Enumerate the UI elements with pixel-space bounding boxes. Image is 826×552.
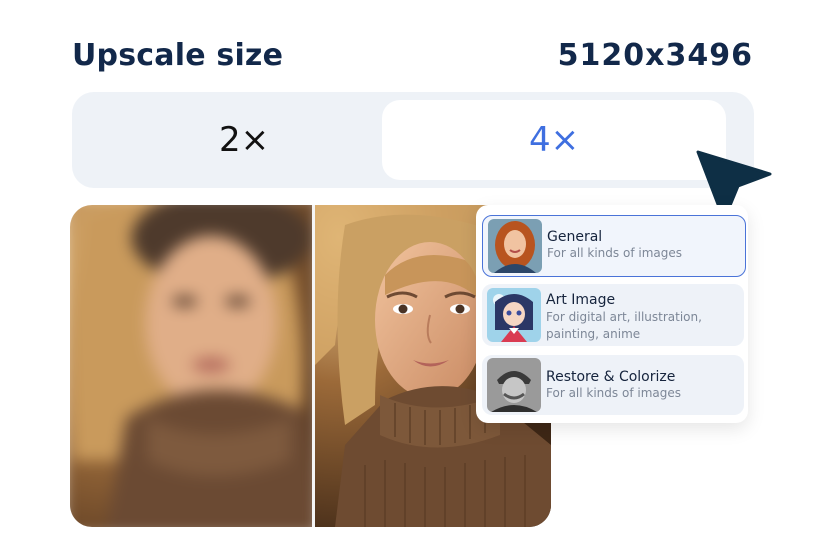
model-option-restore-colorize[interactable]: Restore & Colorize For all kinds of imag… [482,355,744,415]
general-thumbnail [488,219,542,273]
model-option-general[interactable]: General For all kinds of images [482,215,746,277]
restore-colorize-title: Restore & Colorize [546,369,676,385]
scale-segmented-control: 2× 4× [72,92,754,188]
art-image-description: For digital art, illustration, painting,… [546,310,702,341]
upscale-size-title: Upscale size [72,38,284,73]
general-title: General [547,229,603,245]
upscale-size-value: 5120x3496 [557,38,753,73]
art-image-title: Art Image [546,292,616,308]
before-image-blurred [70,205,313,527]
model-option-art-image[interactable]: Art Image For digital art, illustration,… [482,284,744,346]
restore-colorize-thumbnail [487,358,541,412]
scale-option-2x[interactable]: 2× [72,100,416,180]
model-selection-panel: General For all kinds of images Art Imag… [476,205,748,423]
art-image-thumbnail [487,288,541,342]
general-description: For all kinds of images [547,246,682,260]
restore-colorize-description: For all kinds of images [546,386,681,400]
scale-option-4x[interactable]: 4× [382,100,726,180]
